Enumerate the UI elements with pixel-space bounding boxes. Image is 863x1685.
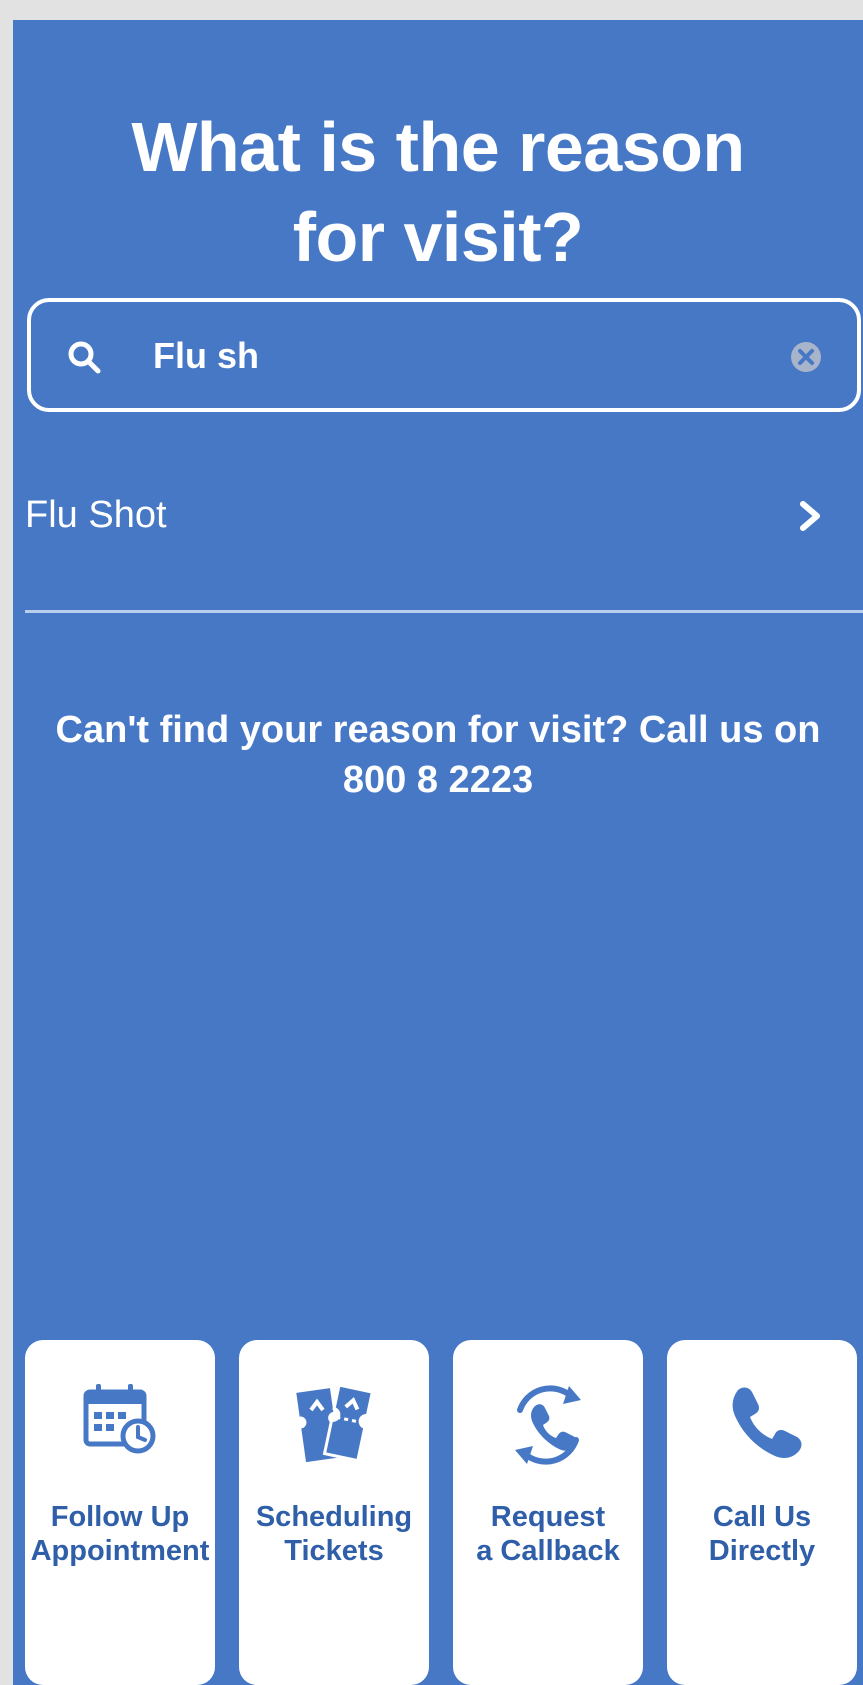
callback-phone-icon <box>515 1385 581 1465</box>
help-message: Can't find your reason for visit? Call u… <box>13 705 863 805</box>
tile-label: Call Us Directly <box>708 1501 816 1567</box>
search-field[interactable]: Flu sh <box>27 298 861 412</box>
tile-label: Request a Callback <box>476 1501 620 1567</box>
result-label: Flu Shot <box>25 494 167 536</box>
result-item-flu-shot[interactable]: Flu Shot <box>13 490 863 590</box>
call-us-directly-button[interactable]: Call Us Directly <box>667 1340 857 1685</box>
quick-actions: Follow Up Appointment Scheduling Tickets <box>13 1340 863 1685</box>
request-callback-button[interactable]: Request a Callback <box>453 1340 643 1685</box>
chevron-right-icon <box>800 501 820 531</box>
tickets-icon <box>296 1383 375 1463</box>
tile-label: Scheduling Tickets <box>255 1501 413 1567</box>
divider <box>25 610 863 613</box>
calendar-clock-icon <box>83 1384 156 1454</box>
title-line-2: for visit? <box>292 198 584 276</box>
clear-icon[interactable] <box>789 340 823 374</box>
help-text: Can't find your reason for visit? Call u… <box>55 709 821 751</box>
tile-label: Follow Up Appointment <box>30 1501 210 1567</box>
phone-icon <box>732 1387 802 1459</box>
reason-for-visit-screen: What is the reason for visit? Flu sh Flu… <box>13 20 863 1685</box>
search-input[interactable]: Flu sh <box>153 332 259 380</box>
title-line-1: What is the reason <box>131 108 745 186</box>
search-icon <box>68 341 101 374</box>
help-phone[interactable]: 800 8 2223 <box>13 755 863 805</box>
scheduling-tickets-button[interactable]: Scheduling Tickets <box>239 1340 429 1685</box>
page-title: What is the reason for visit? <box>13 102 863 282</box>
follow-up-appointment-button[interactable]: Follow Up Appointment <box>25 1340 215 1685</box>
